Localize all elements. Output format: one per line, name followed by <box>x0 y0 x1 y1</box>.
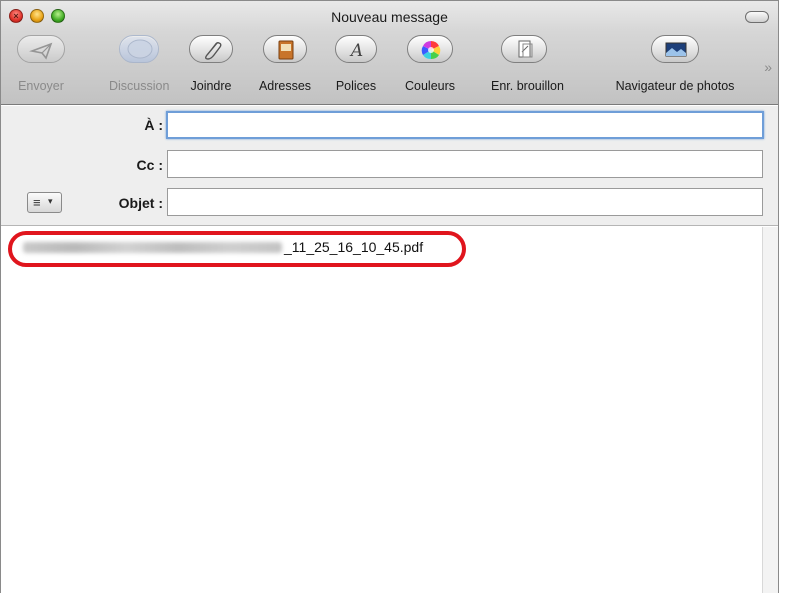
color-wheel-icon <box>407 35 453 63</box>
addresses-button[interactable]: Adresses <box>259 35 311 97</box>
mail-compose-window: × Nouveau message Envoyer Discussion Joi… <box>0 0 779 593</box>
photo-browser-button[interactable]: Navigateur de photos <box>616 35 734 97</box>
draft-document-icon <box>501 35 547 63</box>
cc-field-label: Cc : <box>136 157 163 173</box>
header-format-button[interactable]: ≡ ▾ <box>27 192 62 213</box>
colors-button[interactable]: Couleurs <box>405 35 455 97</box>
toolbar-overflow-icon[interactable]: » <box>764 59 772 75</box>
address-book-icon <box>263 35 307 63</box>
save-draft-button[interactable]: Enr. brouillon <box>491 35 564 97</box>
discussion-label: Discussion <box>109 79 170 93</box>
discussion-button[interactable]: Discussion <box>109 35 169 97</box>
chevron-down-icon: ▾ <box>48 196 53 206</box>
attachment-filename[interactable]: _11_25_16_10_45.pdf <box>284 239 423 255</box>
body-scrollbar[interactable] <box>762 227 778 593</box>
send-button[interactable]: Envoyer <box>17 35 65 97</box>
attach-button[interactable]: Joindre <box>189 35 233 97</box>
cc-field[interactable] <box>167 150 763 178</box>
photo-browser-label: Navigateur de photos <box>615 79 735 93</box>
save-draft-label: Enr. brouillon <box>491 79 564 93</box>
window-toolbar: × Nouveau message Envoyer Discussion Joi… <box>1 1 778 105</box>
attachment-name-blurred <box>23 242 282 253</box>
message-body[interactable]: _11_25_16_10_45.pdf <box>1 227 778 593</box>
message-headers: À : Cc : ≡ ▾ Objet : <box>1 106 778 226</box>
toolbar-toggle-button[interactable] <box>745 11 769 23</box>
chat-bubble-icon <box>119 35 159 63</box>
subject-field[interactable] <box>167 188 763 216</box>
fonts-label: Polices <box>335 79 377 93</box>
to-field-label: À : <box>144 117 163 133</box>
send-plane-icon <box>17 35 65 63</box>
subject-field-label: Objet : <box>118 195 163 211</box>
list-lines-icon: ≡ <box>33 195 41 210</box>
window-title: Nouveau message <box>331 9 448 25</box>
paperclip-icon <box>189 35 233 63</box>
fonts-button[interactable]: A Polices <box>335 35 377 97</box>
photo-browser-icon <box>651 35 699 63</box>
svg-text:A: A <box>349 41 363 61</box>
addresses-label: Adresses <box>258 79 312 93</box>
to-field[interactable] <box>166 111 764 139</box>
attach-label: Joindre <box>190 79 232 93</box>
colors-label: Couleurs <box>404 79 456 93</box>
font-icon: A <box>335 35 377 63</box>
send-label: Envoyer <box>18 79 64 93</box>
